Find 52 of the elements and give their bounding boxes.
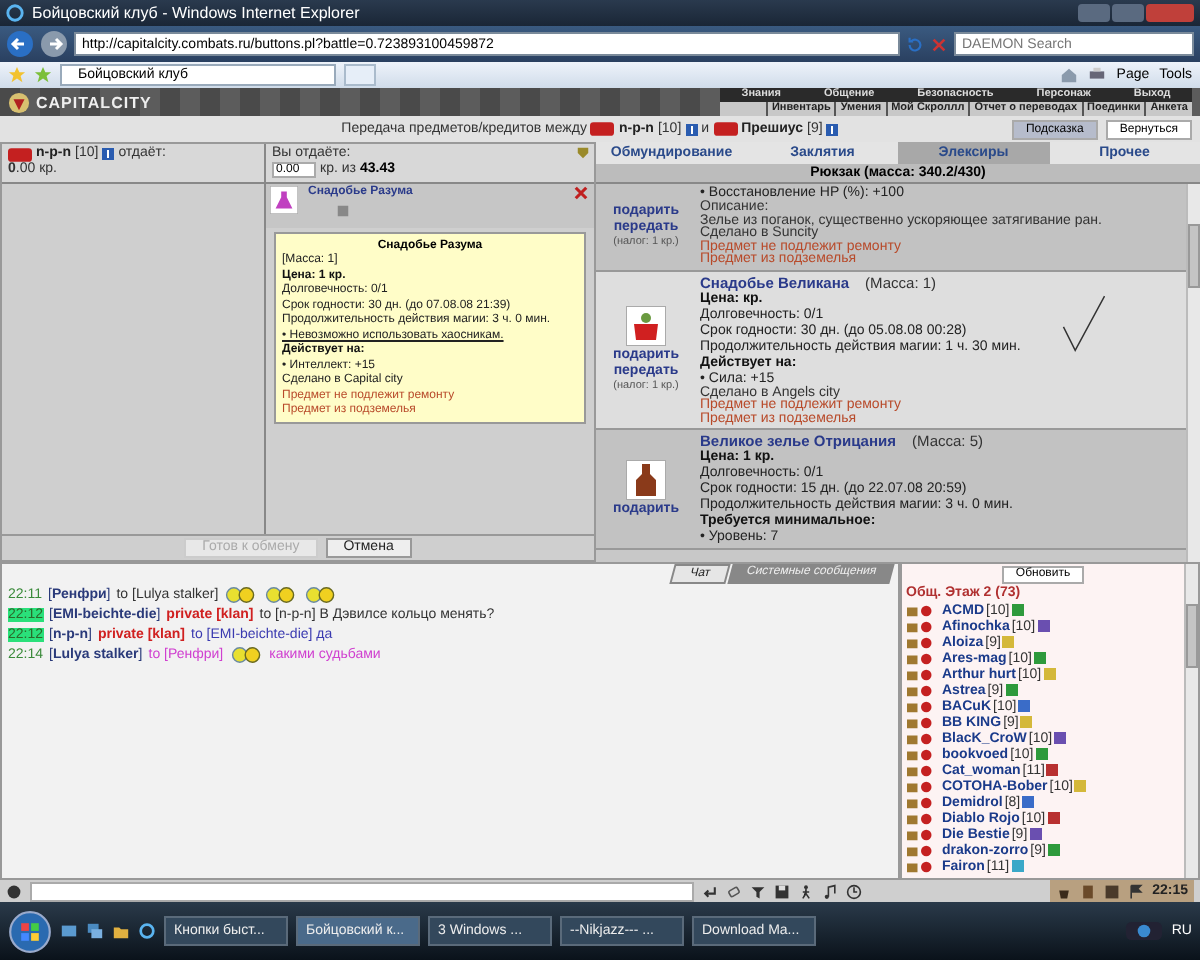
smiley-icon	[304, 585, 339, 603]
start-button[interactable]	[8, 909, 52, 953]
info-icon[interactable]	[826, 123, 839, 135]
info-icon[interactable]	[102, 148, 115, 160]
clock-icon[interactable]	[846, 883, 862, 899]
potion-icon	[270, 186, 298, 214]
printer-icon[interactable]	[1088, 66, 1107, 84]
info-badge-icon[interactable]	[1005, 684, 1018, 696]
walking-man-icon[interactable]	[798, 883, 814, 899]
remove-icon[interactable]	[574, 186, 588, 200]
emblem-icon	[8, 91, 30, 113]
bag-icon	[626, 305, 666, 346]
info-badge-icon[interactable]	[1018, 700, 1031, 712]
smiley-icon	[229, 645, 264, 663]
info-badge-icon[interactable]	[1022, 796, 1035, 808]
info-icon[interactable]	[685, 123, 698, 135]
smiley-icon	[224, 585, 259, 603]
scrollbar[interactable]	[1186, 184, 1200, 562]
window-title: Бойцовский клуб - Windows Internet Explorer	[32, 4, 360, 22]
info-badge-icon[interactable]	[1037, 620, 1050, 632]
window-switch-icon[interactable]	[86, 922, 104, 940]
back-button[interactable]	[6, 30, 34, 58]
forward-button[interactable]	[40, 30, 68, 58]
info-badge-icon[interactable]	[1011, 860, 1024, 872]
info-badge-icon[interactable]	[1035, 748, 1048, 760]
info-badge-icon[interactable]	[1047, 844, 1060, 856]
shield-icon[interactable]	[576, 146, 590, 160]
logo-text: CAPITALCITY	[36, 93, 152, 111]
browser-logo-icon	[6, 4, 24, 22]
flag-icon[interactable]	[1128, 883, 1145, 899]
folder-icon[interactable]	[112, 922, 130, 940]
browser-logo-icon[interactable]	[138, 922, 156, 940]
info-badge-icon[interactable]	[1029, 828, 1042, 840]
info-badge-icon[interactable]	[1033, 652, 1046, 664]
info-badge-icon[interactable]	[1011, 604, 1024, 616]
media-player-icon[interactable]	[1123, 922, 1164, 940]
home-icon[interactable]	[1060, 66, 1079, 84]
info-badge-icon[interactable]	[1054, 732, 1067, 744]
smiley-icon	[264, 585, 299, 603]
clan-emblem-icon	[590, 122, 615, 136]
music-note-icon[interactable]	[822, 883, 838, 899]
favorites-star-icon[interactable]	[8, 66, 26, 84]
clan-emblem-icon	[8, 147, 32, 161]
chat-input-field[interactable]	[30, 881, 694, 901]
bottle-icon	[626, 460, 666, 500]
eraser-icon[interactable]	[726, 883, 742, 899]
info-badge-icon[interactable]	[1046, 764, 1059, 776]
clan-emblem-icon	[713, 122, 738, 136]
enter-icon[interactable]	[702, 883, 718, 899]
info-badge-icon[interactable]	[1047, 812, 1060, 824]
scrollbar[interactable]	[1184, 564, 1198, 878]
desktop-icon[interactable]	[60, 922, 78, 940]
